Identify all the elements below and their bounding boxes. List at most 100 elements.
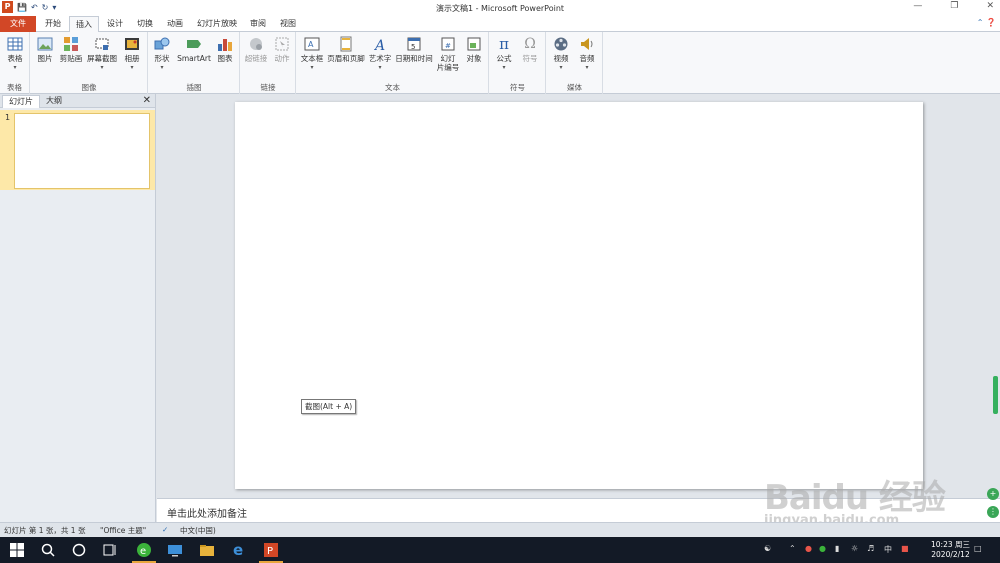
minimize-icon[interactable]: —: [913, 1, 922, 11]
browser-360-icon[interactable]: e: [136, 542, 152, 558]
tab-file[interactable]: 文件: [0, 16, 36, 32]
tab-review[interactable]: 审阅: [244, 16, 272, 32]
chevron-down-icon: ▾: [378, 64, 382, 71]
album-button[interactable]: 相册 ▾: [120, 36, 144, 72]
maximize-icon[interactable]: ❐: [950, 1, 958, 11]
audio-button[interactable]: 音频 ▾: [575, 36, 599, 72]
header-footer-icon: [340, 36, 352, 52]
wechat-icon[interactable]: ●: [819, 544, 826, 553]
video-button[interactable]: 视频 ▾: [549, 36, 573, 72]
group-label-text: 文本: [385, 83, 400, 92]
cortana-icon[interactable]: [71, 542, 87, 558]
tray-app-icon[interactable]: ●: [805, 544, 812, 553]
chevron-down-icon: ▾: [100, 64, 104, 71]
chevron-down-icon: ▾: [559, 64, 563, 71]
tab-insert[interactable]: 插入: [69, 16, 99, 33]
object-label: 对象: [466, 54, 482, 63]
wifi-icon[interactable]: ☼: [851, 544, 858, 553]
search-icon[interactable]: [40, 542, 56, 558]
side-plus-icon[interactable]: +: [987, 488, 999, 500]
tab-transitions[interactable]: 切换: [130, 16, 160, 32]
action-button[interactable]: 动作: [270, 36, 294, 63]
battery-icon[interactable]: ▮: [835, 544, 839, 553]
help-icon[interactable]: ⌃ ❓: [977, 18, 996, 27]
symbol-label: 符号: [522, 54, 538, 63]
file-explorer-icon[interactable]: [199, 542, 215, 558]
equation-button[interactable]: π 公式 ▾: [492, 36, 516, 72]
equation-label: 公式: [496, 54, 512, 63]
powerpoint-taskbar-icon[interactable]: P: [263, 542, 279, 558]
textbox-button[interactable]: A 文本框 ▾: [299, 36, 325, 72]
screenshot-button[interactable]: 屏幕截图 ▾: [85, 36, 119, 72]
windows-taskbar: e e P ☯ ⌃ ● ● ▮ ☼ ♬ 中 ■ 10:23 周三 2020/2/…: [0, 537, 1000, 563]
slide-canvas[interactable]: [235, 102, 923, 489]
tab-slides[interactable]: 幻灯片: [2, 95, 40, 108]
slide-number: 1: [5, 113, 11, 122]
close-icon[interactable]: ✕: [986, 1, 994, 11]
chevron-down-icon: ▾: [13, 64, 17, 71]
chevron-down-icon: ▾: [310, 64, 314, 71]
group-images: 图片 剪贴画 屏幕截图 ▾ 相册 ▾ 图像: [31, 32, 148, 94]
shapes-icon: [154, 37, 170, 50]
theme-status[interactable]: "Office 主题": [100, 525, 146, 536]
action-icon: [275, 37, 289, 51]
wordart-button[interactable]: A 艺术字 ▾: [367, 36, 393, 72]
shapes-button[interactable]: 形状 ▾: [150, 36, 174, 72]
system-clock[interactable]: 10:23 周三 2020/2/12: [931, 540, 970, 560]
headerfooter-button[interactable]: 页眉和页脚: [326, 36, 366, 63]
smartart-button[interactable]: SmartArt: [175, 36, 213, 63]
clipart-label: 剪贴画: [59, 54, 83, 63]
svg-text:5: 5: [411, 43, 415, 51]
svg-text:A: A: [308, 40, 314, 49]
slide-editing-area: 截图(Alt + A): [157, 94, 1000, 496]
chart-button[interactable]: 图表: [214, 36, 236, 63]
slide-thumbnail[interactable]: [14, 113, 150, 189]
slidenumber-button[interactable]: # 幻灯 片编号: [435, 36, 461, 72]
speaker-icon: [581, 38, 593, 50]
tab-design[interactable]: 设计: [100, 16, 130, 32]
language-status[interactable]: 中文(中国): [180, 525, 216, 536]
sogou-ime-icon[interactable]: ■: [901, 544, 909, 553]
people-icon[interactable]: ☯: [764, 544, 771, 553]
video-label: 视频: [553, 54, 569, 63]
spellcheck-icon[interactable]: ✓: [162, 525, 168, 534]
chevron-down-icon: ▾: [130, 64, 134, 71]
watermark-main: Baidu 经验: [764, 478, 946, 518]
datetime-label: 日期和时间: [395, 54, 433, 63]
side-share-icon[interactable]: ⋮: [987, 506, 999, 518]
task-view-icon[interactable]: [102, 542, 118, 558]
windows-start-icon[interactable]: [9, 542, 25, 558]
ribbon: 表格 ▾ 表格 图片 剪贴画 屏幕截图 ▾ 相册 ▾ 图像 形状 ▾ Smart…: [0, 32, 1000, 94]
tab-slideshow[interactable]: 幻灯片放映: [192, 16, 242, 32]
film-reel-icon: [554, 37, 568, 51]
tray-overflow-icon[interactable]: ⌃: [789, 544, 796, 553]
ime-indicator[interactable]: 中: [884, 544, 892, 555]
volume-icon[interactable]: ♬: [867, 544, 874, 553]
chevron-down-icon: ▾: [160, 64, 164, 71]
vertical-scrollbar[interactable]: [993, 376, 998, 414]
notification-icon[interactable]: □: [974, 544, 982, 553]
hyperlink-button[interactable]: 超链接: [243, 36, 269, 63]
picture-icon: [37, 37, 53, 51]
tab-outline[interactable]: 大纲: [40, 95, 68, 108]
picture-button[interactable]: 图片: [34, 36, 56, 63]
tab-animations[interactable]: 动画: [160, 16, 190, 32]
monitor-app-icon[interactable]: [167, 542, 183, 558]
tab-view[interactable]: 视图: [274, 16, 302, 32]
table-button[interactable]: 表格 ▾: [3, 36, 27, 72]
tab-home[interactable]: 开始: [38, 16, 68, 32]
clipart-button[interactable]: 剪贴画: [58, 36, 84, 63]
slide-number-icon: #: [441, 37, 455, 51]
slide-thumbnail-row[interactable]: 1: [0, 110, 155, 190]
edge-browser-icon[interactable]: e: [233, 542, 249, 558]
symbol-button[interactable]: Ω 符号: [518, 36, 542, 63]
group-links: 超链接 动作 链接: [241, 32, 296, 94]
picture-label: 图片: [37, 54, 53, 63]
group-label-symbols: 符号: [510, 83, 525, 92]
clock-date: 2020/2/12: [931, 550, 970, 559]
close-pane-icon[interactable]: ✕: [143, 95, 151, 106]
object-button[interactable]: 对象: [462, 36, 486, 63]
group-label-media: 媒体: [567, 83, 582, 92]
datetime-button[interactable]: 5 日期和时间: [394, 36, 434, 63]
pi-icon: π: [499, 35, 509, 53]
